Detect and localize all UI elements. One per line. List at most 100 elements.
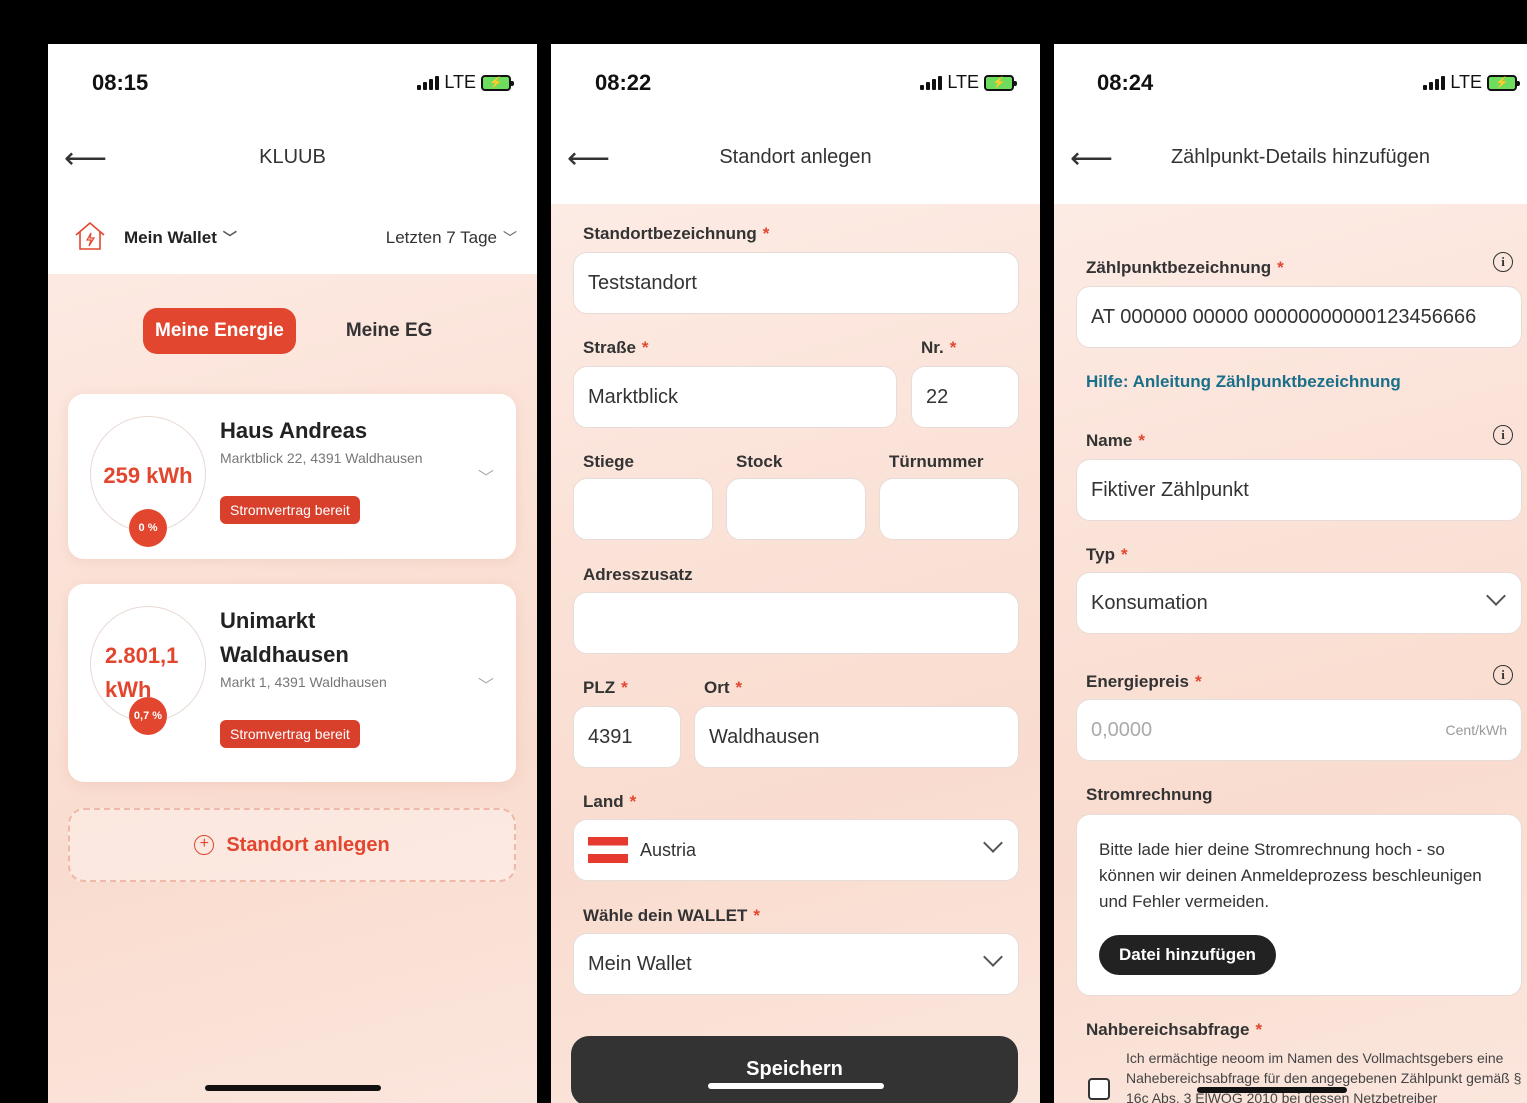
site-name: Unimarkt Waldhausen xyxy=(220,608,349,667)
nb-consent-text: Ich ermächtige neoom im Namen des Vollma… xyxy=(1126,1050,1522,1103)
consumption-value: 2.801,1 kWh xyxy=(105,643,179,702)
network-label: LTE xyxy=(947,72,979,92)
nav-bar: ⟵ Standort anlegen xyxy=(551,124,1040,204)
info-icon[interactable]: i xyxy=(1493,425,1513,445)
floor-field[interactable] xyxy=(726,478,866,540)
chevron-down-icon xyxy=(1486,586,1506,606)
stair-field[interactable] xyxy=(573,478,713,540)
battery-icon: ⚡ xyxy=(481,74,514,91)
home-indicator[interactable] xyxy=(1196,1087,1347,1093)
bill-upload-box: Bitte lade hier deine Stromrechnung hoch… xyxy=(1076,814,1522,996)
house-number-value: 22 xyxy=(926,385,949,408)
price-label: Energiepreis * xyxy=(1086,672,1202,691)
site-card[interactable]: 259 kWh 0 % Haus Andreas Marktblick 22, … xyxy=(68,394,516,559)
status-indicators: LTE ⚡ xyxy=(1423,72,1520,93)
add-site-label: Standort anlegen xyxy=(226,833,390,856)
address-extra-label: Adresszusatz xyxy=(583,565,693,584)
city-field[interactable]: Waldhausen xyxy=(694,706,1019,768)
segment-control: Meine Energie Meine EG xyxy=(143,308,432,354)
screen-zaehlpunkt-details: 08:24 LTE ⚡ ⟵ Zählpunkt-Details hinzufüg… xyxy=(1054,44,1527,1103)
contract-badge: Stromvertrag bereit xyxy=(220,720,360,748)
screen-kluub: 08:15 LTE ⚡ ⟵ KLUUB Mein Wallet ﹀ Letzten… xyxy=(48,44,537,1103)
chevron-down-icon xyxy=(983,833,1003,853)
status-bar: 08:22 LTE ⚡ xyxy=(551,44,1040,124)
consumption-ring: 2.801,1 kWh 0,7 % xyxy=(90,606,206,735)
meter-point-value: AT 000000 00000 00000000000123456666 xyxy=(1091,305,1477,328)
city-value: Waldhausen xyxy=(709,725,820,748)
status-bar: 08:15 LTE ⚡ xyxy=(48,44,537,124)
type-select[interactable]: Konsumation xyxy=(1076,572,1522,634)
help-link[interactable]: Hilfe: Anleitung Zählpunktbezeichnung xyxy=(1086,372,1401,392)
signal-icon xyxy=(417,75,440,90)
site-name-field[interactable]: Teststandort xyxy=(573,252,1019,314)
save-button[interactable]: Speichern xyxy=(571,1036,1018,1103)
contract-badge: Stromvertrag bereit xyxy=(220,496,360,524)
nav-bar: ⟵ KLUUB xyxy=(48,124,537,200)
street-field[interactable]: Marktblick xyxy=(573,366,897,428)
type-label: Typ * xyxy=(1086,545,1128,564)
door-label: Türnummer xyxy=(889,452,984,471)
address-extra-field[interactable] xyxy=(573,592,1019,654)
page-title: Zählpunkt-Details hinzufügen xyxy=(1170,146,1431,168)
chevron-down-icon xyxy=(983,947,1003,967)
battery-icon: ⚡ xyxy=(984,74,1017,91)
status-time: 08:22 xyxy=(595,70,652,95)
status-time: 08:24 xyxy=(1097,70,1154,95)
home-indicator[interactable] xyxy=(204,1085,381,1091)
zip-field[interactable]: 4391 xyxy=(573,706,681,768)
zip-value: 4391 xyxy=(588,725,633,748)
type-value: Konsumation xyxy=(1091,591,1208,614)
range-select-label: Letzten 7 Tage xyxy=(385,228,497,247)
consumption-ring: 259 kWh 0 % xyxy=(90,416,206,547)
wallet-select[interactable]: Mein Wallet xyxy=(573,933,1019,995)
name-field[interactable]: Fiktiver Zählpunkt xyxy=(1076,459,1522,521)
meter-point-field[interactable]: AT 000000 00000 00000000000123456666 xyxy=(1076,286,1522,348)
name-value: Fiktiver Zählpunkt xyxy=(1091,478,1249,501)
screen-standort-anlegen: 08:22 LTE ⚡ ⟵ Standort anlegen Standortb… xyxy=(551,44,1040,1103)
city-label: Ort * xyxy=(704,678,743,697)
country-select[interactable]: Austria xyxy=(573,819,1019,881)
chevron-down-icon[interactable]: ﹀ xyxy=(478,464,494,488)
nb-consent-checkbox[interactable] xyxy=(1088,1078,1110,1100)
site-card[interactable]: 2.801,1 kWh 0,7 % Unimarkt Waldhausen Ma… xyxy=(68,584,516,782)
add-file-button[interactable]: Datei hinzufügen xyxy=(1099,935,1276,975)
price-placeholder: 0,0000 xyxy=(1091,718,1153,741)
home-indicator[interactable] xyxy=(707,1083,884,1089)
range-select[interactable]: Letzten 7 Tage ﹀ xyxy=(386,228,517,248)
stair-label: Stiege xyxy=(583,452,635,471)
tab-meine-energie[interactable]: Meine Energie xyxy=(143,308,296,354)
battery-icon: ⚡ xyxy=(1487,74,1520,91)
wallet-select[interactable]: Mein Wallet ﹀ xyxy=(124,228,237,248)
bill-label: Stromrechnung xyxy=(1086,785,1213,804)
status-bar: 08:24 LTE ⚡ xyxy=(1054,44,1527,124)
austria-flag-icon xyxy=(588,837,628,863)
network-label: LTE xyxy=(1450,72,1482,92)
percent-badge: 0 % xyxy=(129,509,167,547)
wallet-value: Mein Wallet xyxy=(588,952,692,975)
info-icon[interactable]: i xyxy=(1493,252,1513,272)
name-label: Name * xyxy=(1086,431,1145,450)
country-label: Land * xyxy=(583,792,637,811)
chevron-down-icon: ﹀ xyxy=(222,230,237,246)
chevron-down-icon: ﹀ xyxy=(503,230,517,246)
page-title: KLUUB xyxy=(259,146,326,168)
site-name-label: Standortbezeichnung * xyxy=(583,224,770,243)
price-field[interactable]: 0,0000 Cent/kWh xyxy=(1076,699,1522,761)
zip-label: PLZ * xyxy=(583,678,628,697)
signal-icon xyxy=(1423,75,1446,90)
save-label: Speichern xyxy=(746,1058,843,1080)
status-indicators: LTE ⚡ xyxy=(920,72,1017,93)
info-icon[interactable]: i xyxy=(1493,665,1513,685)
wallet-label: Wähle dein WALLET * xyxy=(583,906,760,925)
add-site-button[interactable]: + Standort anlegen xyxy=(68,808,516,882)
tab-meine-eg[interactable]: Meine EG xyxy=(346,320,433,342)
chevron-down-icon[interactable]: ﹀ xyxy=(478,672,494,696)
wallet-bar: Mein Wallet ﹀ Letzten 7 Tage ﹀ xyxy=(48,200,537,274)
signal-icon xyxy=(920,75,943,90)
wallet-select-label: Mein Wallet xyxy=(124,228,217,247)
door-field[interactable] xyxy=(879,478,1019,540)
bill-instructions: Bitte lade hier deine Stromrechnung hoch… xyxy=(1099,840,1482,911)
price-unit: Cent/kWh xyxy=(1445,722,1507,738)
house-number-field[interactable]: 22 xyxy=(911,366,1019,428)
street-label: Straße * xyxy=(583,338,649,357)
